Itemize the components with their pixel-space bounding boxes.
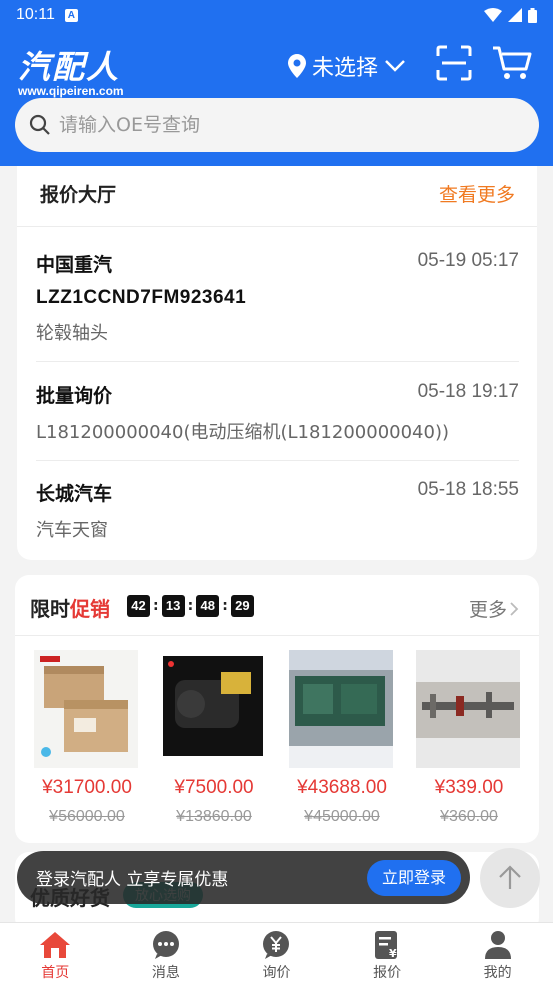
svg-text:¥: ¥ xyxy=(389,947,397,960)
tab-home[interactable]: 首页 xyxy=(0,923,111,984)
location-pin-icon xyxy=(288,54,306,78)
product-original-price: ¥45000.00 xyxy=(304,808,380,825)
flash-sale-more-link[interactable]: 更多 xyxy=(469,595,519,622)
product-price: ¥31700.00 xyxy=(42,777,132,798)
product-card[interactable]: ¥7500.00 ¥13860.00 xyxy=(161,650,267,826)
back-to-top-button[interactable] xyxy=(480,848,540,908)
chevron-down-icon xyxy=(385,60,405,72)
bottom-tab-bar: 首页 消息 询价 ¥ 报价 我的 xyxy=(0,922,553,984)
quote-item-time: 05-19 05:17 xyxy=(417,250,519,271)
tab-mine-label: 我的 xyxy=(483,965,512,981)
product-price: ¥7500.00 xyxy=(174,777,254,798)
product-card[interactable]: ¥43688.00 ¥45000.00 xyxy=(289,650,395,826)
product-original-price: ¥56000.00 xyxy=(49,808,125,825)
quote-item-desc: L181200000040(电动压缩机(L181200000040)) xyxy=(36,422,449,443)
timer-seconds: 48 xyxy=(196,595,220,617)
flash-sale-title: 限时促销 xyxy=(30,593,110,622)
home-icon xyxy=(40,932,71,958)
search-icon xyxy=(29,114,50,135)
app-header: 汽配人 www.qipeiren.com 未选择 xyxy=(0,30,553,166)
wifi-icon xyxy=(484,8,502,22)
status-bar: 10:11 A xyxy=(0,0,553,30)
app-logo: 汽配人 www.qipeiren.com xyxy=(18,42,124,98)
product-price: ¥339.00 xyxy=(434,777,504,798)
location-selector[interactable]: 未选择 xyxy=(288,50,406,82)
location-label: 未选择 xyxy=(312,56,379,81)
product-image xyxy=(289,650,393,768)
quote-doc-icon: ¥ xyxy=(375,931,398,960)
scan-icon[interactable] xyxy=(436,45,472,81)
search-bar[interactable] xyxy=(15,98,539,152)
search-input[interactable] xyxy=(59,114,479,136)
tab-quote[interactable]: ¥ 报价 xyxy=(332,923,443,984)
countdown-timer: 42: 13: 48: 29 xyxy=(127,595,254,617)
status-time: 10:11 xyxy=(16,6,55,23)
notification-icon: A xyxy=(64,8,78,22)
timer-minutes: 13 xyxy=(161,595,185,617)
quote-item-time: 05-18 18:55 xyxy=(417,479,519,500)
product-image xyxy=(34,650,138,768)
cart-icon[interactable] xyxy=(492,45,532,81)
battery-icon xyxy=(528,7,537,23)
product-card[interactable]: ¥31700.00 ¥56000.00 xyxy=(34,650,140,826)
tab-inquiry[interactable]: 询价 xyxy=(221,923,332,984)
flash-sale-card: 限时促销 42: 13: 48: 29 更多 ¥31700.00 ¥56000.… xyxy=(15,575,539,843)
quote-item-time: 05-18 19:17 xyxy=(417,381,519,402)
divider xyxy=(36,460,519,461)
product-card[interactable]: ¥339.00 ¥360.00 xyxy=(416,650,522,826)
divider xyxy=(17,226,537,227)
flash-sale-title-black: 限时 xyxy=(30,597,70,621)
login-button[interactable]: 立即登录 xyxy=(367,860,461,896)
product-price: ¥43688.00 xyxy=(297,777,387,798)
quote-item-vin: LZZ1CCND7FM923641 xyxy=(36,287,247,308)
chevron-right-icon xyxy=(510,601,519,616)
divider xyxy=(36,361,519,362)
quote-hall-title: 报价大厅 xyxy=(40,184,117,206)
tab-mine[interactable]: 我的 xyxy=(442,923,553,984)
product-image xyxy=(416,650,520,768)
arrow-up-icon xyxy=(499,865,521,889)
logo-text-en: www.qipeiren.com xyxy=(18,84,124,98)
message-icon xyxy=(152,931,179,959)
product-original-price: ¥360.00 xyxy=(440,808,498,825)
tab-messages-label: 消息 xyxy=(151,965,180,981)
tab-messages[interactable]: 消息 xyxy=(111,923,222,984)
logo-text-cn: 汽配人 xyxy=(18,48,121,86)
login-prompt-text: 登录汽配人 立享专属优惠 xyxy=(36,870,229,890)
quote-item[interactable]: 批量询价 05-18 19:17 L181200000040(电动压缩机(L18… xyxy=(36,381,519,444)
timer-centis: 29 xyxy=(230,595,254,617)
quote-item-desc: 汽车天窗 xyxy=(36,520,108,541)
timer-hours: 42 xyxy=(127,595,150,617)
login-prompt-bar: 登录汽配人 立享专属优惠 立即登录 xyxy=(17,851,470,904)
quote-item[interactable]: 长城汽车 05-18 18:55 汽车天窗 xyxy=(36,479,519,542)
quote-item-desc: 轮毂轴头 xyxy=(36,323,108,344)
tab-inquiry-label: 询价 xyxy=(262,965,291,981)
quote-hall-card: 报价大厅 查看更多 中国重汽 05-19 05:17 LZZ1CCND7FM92… xyxy=(17,166,537,560)
tab-quote-label: 报价 xyxy=(373,965,402,981)
signal-icon xyxy=(508,8,522,22)
divider xyxy=(15,635,539,636)
tab-home-label: 首页 xyxy=(41,965,70,981)
product-original-price: ¥13860.00 xyxy=(176,808,252,825)
flash-sale-title-red: 促销 xyxy=(70,597,110,621)
flash-sale-more-label: 更多 xyxy=(468,599,507,621)
product-image xyxy=(161,650,265,768)
yuan-icon xyxy=(263,931,290,959)
user-icon xyxy=(484,931,511,959)
quote-item[interactable]: 中国重汽 05-19 05:17 LZZ1CCND7FM923641 轮毂轴头 xyxy=(36,250,519,345)
quote-hall-more-link[interactable]: 查看更多 xyxy=(439,180,515,207)
